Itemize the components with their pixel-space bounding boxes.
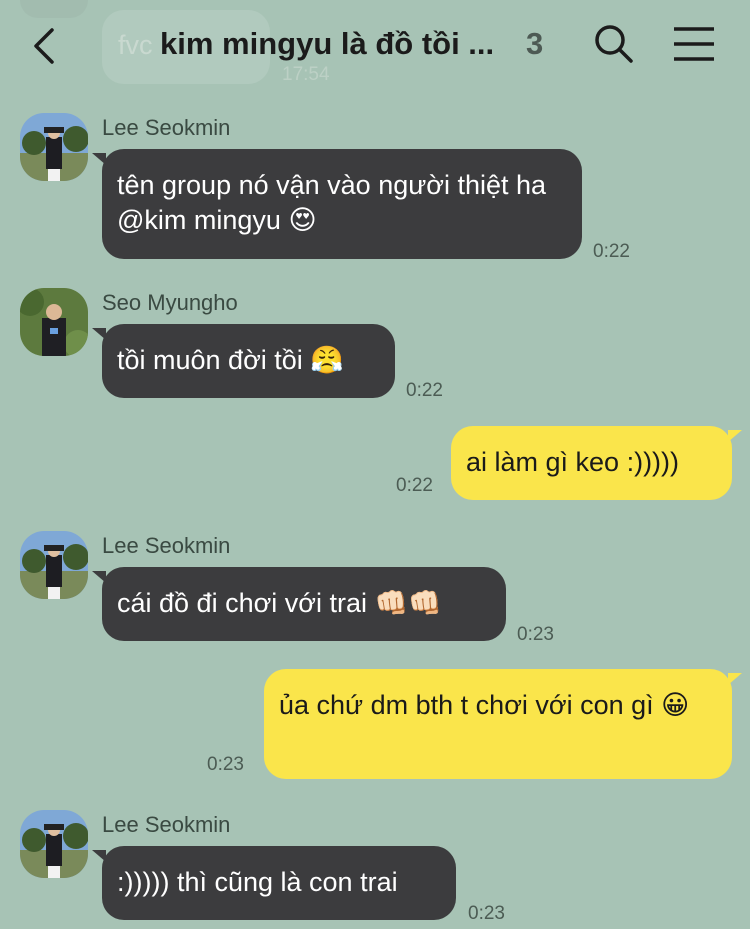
sender-name: Lee Seokmin — [102, 812, 231, 837]
message-text: ai làm gì keo :))))) — [466, 447, 680, 477]
message-emoji: 😤 — [310, 345, 344, 375]
message-bubble[interactable]: tồi muôn đời tồi 😤 — [92, 324, 395, 398]
message-time: 0:23 — [517, 624, 554, 645]
sender-name: Lee Seokmin — [102, 533, 231, 558]
back-arrow-icon[interactable] — [26, 26, 62, 66]
message-time: 0:23 — [468, 903, 505, 924]
message-bubble[interactable]: tên group nó vận vào người thiệt ha @kim… — [92, 149, 582, 259]
avatar[interactable] — [20, 113, 88, 181]
avatar[interactable] — [20, 531, 88, 599]
member-count: 3 — [526, 26, 544, 61]
message-time: 0:23 — [207, 754, 244, 775]
message-text: cái đồ đi chơi với trai — [117, 588, 368, 618]
avatar[interactable] — [20, 810, 88, 878]
message-emoji: 😀 — [661, 690, 690, 720]
search-icon[interactable] — [594, 24, 634, 64]
sender-name: Lee Seokmin — [102, 115, 231, 140]
message-text: :))))) thì cũng là con trai — [117, 867, 398, 897]
chat-title[interactable]: kim mingyu là đồ tồi ... — [160, 26, 494, 62]
message-bubble[interactable]: :))))) thì cũng là con trai — [92, 846, 456, 920]
message-time: 0:22 — [406, 380, 443, 401]
message-text: tên group nó vận vào người thiệt ha @kim… — [117, 170, 547, 235]
message-text: ủa chứ dm bth t chơi với con gì — [279, 690, 654, 720]
menu-icon[interactable] — [672, 26, 716, 62]
message-time: 0:22 — [396, 475, 433, 496]
message-emoji: 😍 — [288, 205, 317, 235]
message-bubble[interactable]: cái đồ đi chơi với trai 👊🏻👊🏻 — [92, 567, 506, 641]
message-text: tồi muôn đời tồi — [117, 345, 303, 375]
avatar[interactable] — [20, 288, 88, 356]
message-time: 0:22 — [593, 241, 630, 262]
outgoing-message-bubble[interactable]: ai làm gì keo :))))) — [451, 426, 742, 500]
sender-name: Seo Myungho — [102, 290, 238, 315]
message-emoji: 👊🏻👊🏻 — [374, 588, 442, 618]
outgoing-message-bubble[interactable]: ủa chứ dm bth t chơi với con gì 😀 — [264, 669, 742, 779]
chat-header: kim mingyu là đồ tồi ... 3 — [0, 0, 750, 90]
